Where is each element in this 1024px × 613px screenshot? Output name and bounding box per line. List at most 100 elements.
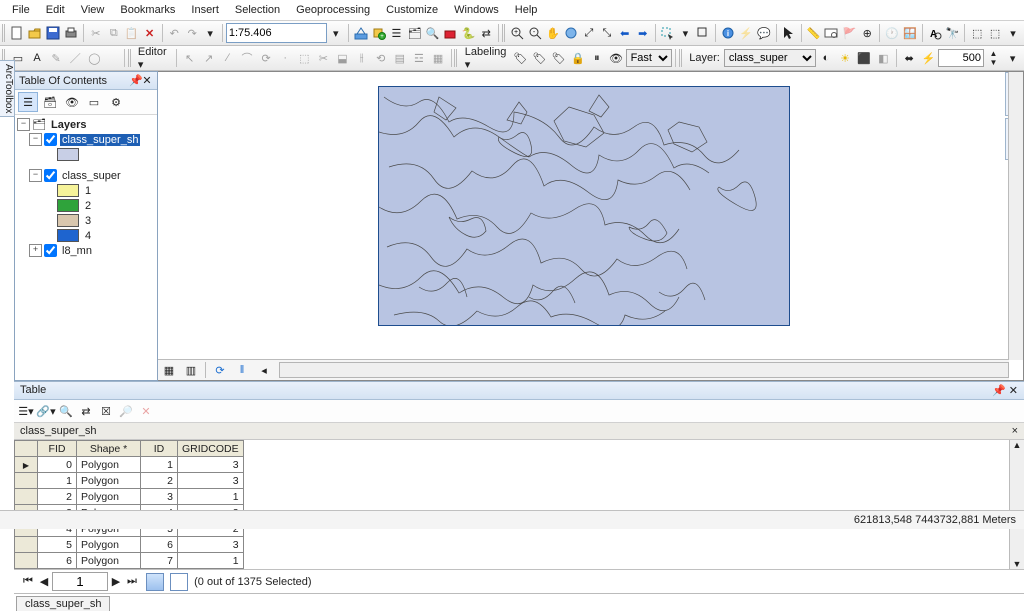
- open-icon[interactable]: [27, 23, 43, 43]
- zoom-selected-icon[interactable]: 🔎: [117, 402, 135, 420]
- toolbar-grip[interactable]: [679, 49, 682, 67]
- prev-record-icon[interactable]: ◀: [36, 575, 52, 588]
- time-slider-icon[interactable]: 🕐: [884, 23, 900, 43]
- html-popup-icon[interactable]: 💬: [756, 23, 772, 43]
- layer-visibility-checkbox[interactable]: [44, 133, 57, 146]
- undo-icon[interactable]: ↶: [166, 23, 182, 43]
- pin-icon[interactable]: 📌: [129, 74, 141, 87]
- cell[interactable]: Polygon: [77, 457, 141, 473]
- collapse-icon[interactable]: −: [29, 169, 42, 182]
- label-weight-icon[interactable]: 🏷: [550, 48, 567, 68]
- select-by-attributes-icon[interactable]: 🔍: [57, 402, 75, 420]
- menu-geoprocessing[interactable]: Geoprocessing: [288, 2, 378, 18]
- close-icon[interactable]: ✕: [1009, 385, 1018, 397]
- layer-visibility-checkbox[interactable]: [44, 244, 57, 257]
- class-label[interactable]: 2: [83, 200, 93, 212]
- goto-xy-icon[interactable]: ⊕: [859, 23, 875, 43]
- dim-icon[interactable]: ◧: [875, 48, 892, 68]
- split-icon[interactable]: ⫲: [353, 48, 370, 68]
- pause-drawing-icon[interactable]: ‖: [233, 361, 251, 379]
- menu-selection[interactable]: Selection: [227, 2, 288, 18]
- data-view-icon[interactable]: ▦: [160, 361, 178, 379]
- cell[interactable]: 6: [141, 537, 178, 553]
- reshape-icon[interactable]: ✂: [315, 48, 332, 68]
- select-arrow-icon[interactable]: [781, 23, 797, 43]
- clear-selection-icon[interactable]: ☒: [97, 402, 115, 420]
- cut-polygons-icon[interactable]: ⬓: [334, 48, 351, 68]
- arc-segment-icon[interactable]: ⌒: [238, 48, 255, 68]
- menu-bookmarks[interactable]: Bookmarks: [112, 2, 183, 18]
- python-icon[interactable]: 🐍: [460, 23, 476, 43]
- flicker-icon[interactable]: ⚡: [920, 48, 937, 68]
- measure-icon[interactable]: 📏: [805, 23, 821, 43]
- column-header[interactable]: Shape *: [77, 441, 141, 457]
- column-header[interactable]: ID: [141, 441, 178, 457]
- edit-annotation-icon[interactable]: ↗: [200, 48, 217, 68]
- flicker-stepper-icon[interactable]: ▲▼: [985, 48, 1002, 68]
- menu-view[interactable]: View: [73, 2, 113, 18]
- cut-icon[interactable]: ✂: [88, 23, 104, 43]
- show-all-records-icon[interactable]: [146, 573, 164, 591]
- toolbar-menu-icon[interactable]: ▾: [1005, 23, 1021, 43]
- class-label[interactable]: 1: [83, 185, 93, 197]
- draw-text-icon[interactable]: A: [28, 48, 45, 68]
- table-row[interactable]: 0Polygon13: [15, 457, 244, 473]
- list-by-selection-icon[interactable]: ▭: [84, 92, 104, 112]
- find-text-icon[interactable]: A: [927, 23, 943, 43]
- expand-icon[interactable]: +: [29, 244, 42, 257]
- collapse-icon[interactable]: −: [17, 118, 30, 131]
- options-icon[interactable]: ⚙: [106, 92, 126, 112]
- row-header[interactable]: [15, 537, 38, 553]
- symbol-swatch[interactable]: [57, 148, 79, 161]
- arctoolbox-icon[interactable]: [442, 23, 458, 43]
- refresh-icon[interactable]: ⟳: [211, 361, 229, 379]
- table-row[interactable]: 1Polygon23: [15, 473, 244, 489]
- rotate-icon[interactable]: ⟲: [372, 48, 389, 68]
- fixed-zoom-out-icon[interactable]: ⤡: [599, 23, 615, 43]
- cell[interactable]: 3: [178, 537, 244, 553]
- trace-icon[interactable]: ⟳: [258, 48, 275, 68]
- collapse-icon[interactable]: −: [29, 133, 42, 146]
- prev-extent-icon[interactable]: ⬅: [617, 23, 633, 43]
- class-label[interactable]: 4: [83, 230, 93, 242]
- table-row[interactable]: 5Polygon63: [15, 537, 244, 553]
- toc-titlebar[interactable]: Table Of Contents 📌✕: [15, 72, 157, 90]
- layer-visibility-checkbox[interactable]: [44, 169, 57, 182]
- find-icon[interactable]: [823, 23, 839, 43]
- map-display[interactable]: Catalog Search ▦ ▥ ⟳ ‖ ◂: [158, 71, 1024, 381]
- label-engine-select[interactable]: Fast: [626, 49, 672, 67]
- menu-file[interactable]: File: [4, 2, 38, 18]
- close-icon[interactable]: ✕: [141, 74, 153, 87]
- view-unplaced-icon[interactable]: 👁: [607, 48, 624, 68]
- labeling-menu[interactable]: Labeling ▾: [461, 46, 511, 71]
- pin-icon[interactable]: 📌: [992, 385, 1006, 397]
- swipe-icon[interactable]: ⬌: [901, 48, 918, 68]
- cell[interactable]: 1: [38, 473, 77, 489]
- modelbuilder-icon[interactable]: ⇄: [478, 23, 494, 43]
- table-row[interactable]: 2Polygon31: [15, 489, 244, 505]
- related-tables-icon[interactable]: 🔗▾: [37, 402, 55, 420]
- cell[interactable]: 6: [38, 553, 77, 569]
- delete-selected-icon[interactable]: ✕: [137, 402, 155, 420]
- attributes-icon[interactable]: ▤: [391, 48, 408, 68]
- switch-selection-icon[interactable]: ⇄: [77, 402, 95, 420]
- edit-tool-icon[interactable]: ↖: [181, 48, 198, 68]
- select-elements-icon[interactable]: [695, 23, 711, 43]
- binoculars-icon[interactable]: 🔭: [945, 23, 961, 43]
- layer-class-super-sh[interactable]: class_super_sh: [60, 134, 140, 146]
- table-titlebar[interactable]: Table 📌 ✕: [14, 382, 1024, 400]
- first-record-icon[interactable]: ⏮: [20, 575, 36, 588]
- list-by-visibility-icon[interactable]: 👁: [62, 92, 82, 112]
- cell[interactable]: 1: [178, 553, 244, 569]
- layer-class-super[interactable]: class_super: [60, 170, 123, 182]
- column-header[interactable]: FID: [38, 441, 77, 457]
- table-options-icon[interactable]: ☰▾: [17, 402, 35, 420]
- edit-vertices-icon[interactable]: ⬚: [296, 48, 313, 68]
- pan-icon[interactable]: ✋: [545, 23, 561, 43]
- transparency-icon[interactable]: ⬛: [856, 48, 873, 68]
- next-record-icon[interactable]: ▶: [108, 575, 124, 588]
- toolbar-grip[interactable]: [502, 24, 505, 42]
- straight-segment-icon[interactable]: ∕: [219, 48, 236, 68]
- copy-icon[interactable]: ⧉: [106, 23, 122, 43]
- menu-edit[interactable]: Edit: [38, 2, 73, 18]
